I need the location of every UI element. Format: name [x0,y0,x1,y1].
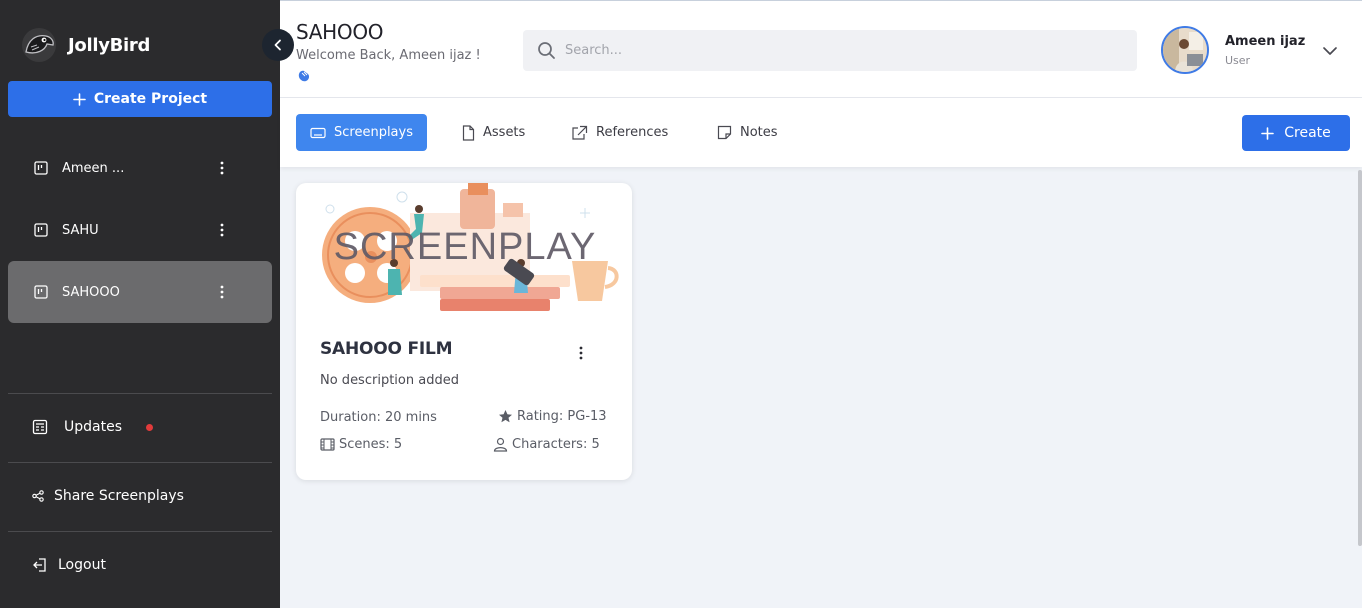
logout-icon [33,558,46,572]
brand-name: JollyBird [68,34,151,56]
top-header: SAHOOO Welcome Back, Ameen ijaz ! Ameen … [280,0,1362,98]
illustration-caption: SCREENPLAY [334,226,597,268]
file-icon [462,124,475,141]
updates-notification-dot [146,423,153,431]
search-bar[interactable] [523,30,1137,71]
scenes-meta: Scenes: 5 [320,437,402,452]
board-icon [34,285,48,299]
plus-icon [73,92,86,106]
sidebar-project-label: SAHU [62,222,99,238]
tab-label: Screenplays [334,125,413,140]
characters-meta: Characters: 5 [493,437,600,452]
tab-references[interactable]: References [557,114,682,151]
tab-label: Assets [483,125,526,140]
scenes-text: Scenes: 5 [339,437,403,452]
duration-text: Duration: 20 mins [320,410,437,425]
avatar-photo [1163,28,1207,72]
user-name: Ameen ijaz [1225,34,1306,49]
sidebar-project-label: Ameen ... [62,160,125,176]
page-title: SAHOOO [296,20,384,44]
characters-text: Characters: 5 [512,437,600,452]
newspaper-icon [32,419,48,435]
user-icon [493,437,508,452]
search-input[interactable] [565,43,1125,58]
updates-label: Updates [64,419,122,435]
share-screenplays-label: Share Screenplays [54,488,184,504]
updates-link[interactable]: Updates [32,419,153,435]
external-link-icon [572,125,588,140]
tab-label: References [596,125,669,140]
plus-icon [1261,126,1275,140]
sidebar-project-sahu[interactable]: SAHU [8,199,272,261]
screenplay-card[interactable]: SCREENPLAY SAHOOO FILM No description ad… [296,183,632,480]
collapse-sidebar-button[interactable] [262,29,294,61]
keyboard-icon [310,127,326,138]
create-project-button[interactable]: Create Project [8,81,272,117]
logout-label: Logout [58,557,106,573]
share-screenplays-link[interactable]: Share Screenplays [32,488,184,504]
sidebar-project-sahooo[interactable]: SAHOOO [8,261,272,323]
create-button[interactable]: Create [1242,115,1350,151]
user-avatar[interactable] [1161,26,1209,74]
card-description: No description added [320,373,459,388]
screenplay-illustration: SCREENPLAY [310,183,620,318]
card-title: SAHOOO FILM [320,339,453,359]
rating-meta: Rating: PG-13 [498,409,607,424]
tab-assets[interactable]: Assets [448,114,539,151]
star-icon [499,410,512,423]
create-label: Create [1284,125,1331,141]
sidebar-divider [8,531,272,532]
chevron-down-icon[interactable] [1320,41,1340,61]
sidebar-project-label: SAHOOO [62,284,120,300]
content-scrollbar[interactable] [1358,170,1362,546]
share-icon [32,490,44,502]
project-menu-icon[interactable] [212,220,232,240]
sidebar-divider [8,393,272,394]
card-menu-icon[interactable] [571,343,591,363]
project-menu-icon[interactable] [212,158,232,178]
board-icon [34,223,48,237]
tab-screenplays[interactable]: Screenplays [296,114,427,151]
brand[interactable]: JollyBird [20,26,150,64]
duration-meta: Duration: 20 mins [320,410,437,425]
waving-hand-icon [298,70,310,82]
tab-notes[interactable]: Notes [703,114,792,151]
user-role: User [1225,54,1251,67]
project-menu-icon[interactable] [212,282,232,302]
logout-link[interactable]: Logout [32,557,106,573]
sidebar-divider [8,462,272,463]
chevron-left-icon [274,39,281,51]
note-icon [717,125,732,140]
tab-bar: Screenplays Assets References Notes Crea… [280,98,1362,167]
sidebar: JollyBird Create Project Ameen ... SAHU … [0,0,280,608]
jollybird-logo-icon [22,28,56,62]
sidebar-project-ameen[interactable]: Ameen ... [8,137,272,199]
tab-label: Notes [740,125,778,140]
welcome-message: Welcome Back, Ameen ijaz ! [296,48,481,63]
film-icon [320,438,335,451]
search-icon [538,42,555,59]
board-icon [34,161,48,175]
rating-text: Rating: PG-13 [517,409,607,424]
create-project-label: Create Project [93,91,208,107]
